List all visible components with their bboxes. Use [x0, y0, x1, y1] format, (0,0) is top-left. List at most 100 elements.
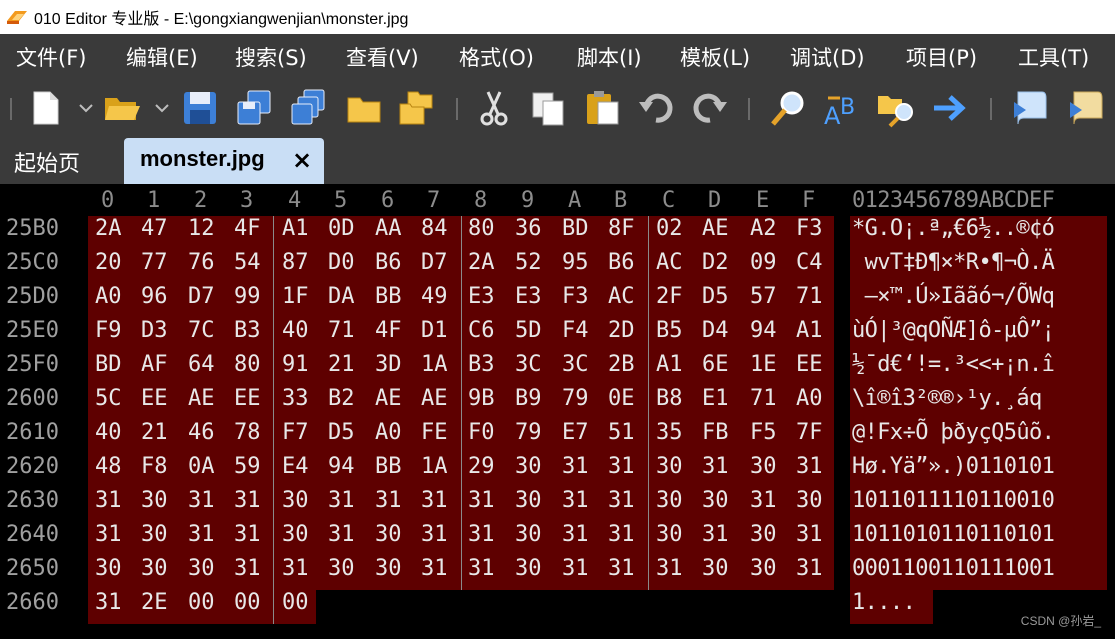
close-icon[interactable]: × [292, 145, 312, 175]
hex-byte[interactable]: 2A [468, 250, 495, 275]
hex-byte[interactable]: AC [656, 250, 683, 275]
hex-byte[interactable]: D1 [421, 318, 448, 343]
hex-byte[interactable]: 33 [282, 386, 309, 411]
tab-monster-jpg[interactable]: monster.jpg × [124, 138, 324, 184]
hex-byte[interactable]: 47 [141, 216, 168, 241]
save-all-icon[interactable] [288, 88, 328, 128]
hex-byte[interactable]: EE [234, 386, 261, 411]
hex-byte[interactable]: 02 [656, 216, 683, 241]
hex-byte[interactable]: 31 [796, 522, 823, 547]
hex-byte[interactable]: BD [562, 216, 589, 241]
hex-byte[interactable]: A1 [656, 352, 683, 377]
hex-byte[interactable]: 76 [188, 250, 215, 275]
hex-byte[interactable]: F3 [796, 216, 823, 241]
hex-byte[interactable]: AC [608, 284, 635, 309]
hex-byte[interactable]: 0A [188, 454, 215, 479]
hex-byte[interactable]: 31 [188, 488, 215, 513]
hex-byte[interactable]: A1 [282, 216, 309, 241]
hex-byte[interactable]: 52 [515, 250, 542, 275]
hex-byte[interactable]: F4 [562, 318, 589, 343]
hex-byte[interactable]: 31 [375, 488, 402, 513]
run-script-icon[interactable] [1010, 88, 1050, 128]
hex-byte[interactable]: 8F [608, 216, 635, 241]
paste-icon[interactable] [582, 88, 622, 128]
hex-byte[interactable]: 30 [656, 488, 683, 513]
hex-byte[interactable]: D5 [702, 284, 729, 309]
hex-byte[interactable]: 31 [328, 522, 355, 547]
hex-byte[interactable]: 30 [750, 454, 777, 479]
hex-byte[interactable]: BB [375, 454, 402, 479]
redo-icon[interactable] [690, 88, 730, 128]
hex-byte[interactable]: 30 [328, 556, 355, 581]
hex-byte[interactable]: 79 [515, 420, 542, 445]
hex-byte[interactable]: 3D [375, 352, 402, 377]
hex-byte[interactable]: 30 [282, 522, 309, 547]
hex-byte[interactable]: 2B [608, 352, 635, 377]
hex-byte[interactable]: 31 [95, 522, 122, 547]
hex-byte[interactable]: 1A [421, 352, 448, 377]
hex-byte[interactable]: 91 [282, 352, 309, 377]
hex-byte[interactable]: 4F [375, 318, 402, 343]
hex-byte[interactable]: 7F [796, 420, 823, 445]
hex-byte[interactable]: 87 [282, 250, 309, 275]
hex-byte[interactable]: 2F [656, 284, 683, 309]
hex-byte[interactable]: B6 [608, 250, 635, 275]
hex-byte[interactable]: E7 [562, 420, 589, 445]
hex-byte[interactable]: 51 [608, 420, 635, 445]
hex-byte[interactable]: D5 [328, 420, 355, 445]
hex-byte[interactable]: AE [702, 216, 729, 241]
hex-byte[interactable]: 96 [141, 284, 168, 309]
hex-byte[interactable]: 31 [468, 488, 495, 513]
hex-byte[interactable]: 30 [750, 522, 777, 547]
menu-edit[interactable]: 编辑(E) [126, 42, 198, 72]
ascii-text[interactable]: 1011010110110101 [852, 522, 1055, 547]
hex-byte[interactable]: D4 [702, 318, 729, 343]
hex-byte[interactable]: 31 [421, 488, 448, 513]
hex-byte[interactable]: 30 [656, 522, 683, 547]
hex-byte[interactable]: F7 [282, 420, 309, 445]
copy-icon[interactable] [528, 88, 568, 128]
hex-byte[interactable]: AE [375, 386, 402, 411]
hex-byte[interactable]: D0 [328, 250, 355, 275]
hex-byte[interactable]: 31 [234, 522, 261, 547]
hex-byte[interactable]: 57 [750, 284, 777, 309]
hex-byte[interactable]: 40 [282, 318, 309, 343]
hex-byte[interactable]: 31 [468, 522, 495, 547]
ascii-text[interactable]: 1.... [852, 590, 916, 615]
hex-byte[interactable]: 36 [515, 216, 542, 241]
hex-byte[interactable]: 31 [234, 556, 261, 581]
hex-byte[interactable]: EE [796, 352, 823, 377]
hex-byte[interactable]: 9B [468, 386, 495, 411]
hex-editor[interactable]: 0123456789ABCDEF CSDN @孙岩_ 0123456789ABC… [0, 184, 1115, 639]
hex-byte[interactable]: E3 [468, 284, 495, 309]
hex-byte[interactable]: EE [141, 386, 168, 411]
hex-byte[interactable]: B5 [656, 318, 683, 343]
hex-byte[interactable]: 31 [608, 454, 635, 479]
hex-byte[interactable]: 59 [234, 454, 261, 479]
hex-byte[interactable]: 31 [562, 488, 589, 513]
hex-byte[interactable]: 99 [234, 284, 261, 309]
hex-byte[interactable]: 6E [702, 352, 729, 377]
ascii-text[interactable]: Hø.Yä”».)0110101 [852, 454, 1055, 479]
hex-byte[interactable]: A2 [750, 216, 777, 241]
hex-byte[interactable]: D7 [188, 284, 215, 309]
hex-byte[interactable]: 30 [141, 522, 168, 547]
hex-byte[interactable]: 71 [328, 318, 355, 343]
hex-byte[interactable]: AE [188, 386, 215, 411]
hex-byte[interactable]: 1A [421, 454, 448, 479]
hex-byte[interactable]: 31 [421, 522, 448, 547]
hex-byte[interactable]: 80 [468, 216, 495, 241]
menu-script[interactable]: 脚本(I) [577, 42, 642, 72]
hex-byte[interactable]: B8 [656, 386, 683, 411]
hex-byte[interactable]: 48 [95, 454, 122, 479]
hex-byte[interactable]: 0D [328, 216, 355, 241]
hex-byte[interactable]: 31 [562, 556, 589, 581]
hex-byte[interactable]: 30 [375, 556, 402, 581]
hex-byte[interactable]: 30 [796, 488, 823, 513]
hex-byte[interactable]: 30 [375, 522, 402, 547]
hex-byte[interactable]: FE [421, 420, 448, 445]
hex-byte[interactable]: F9 [95, 318, 122, 343]
hex-byte[interactable]: AE [421, 386, 448, 411]
ascii-text[interactable]: 1011011110110010 [852, 488, 1055, 513]
ascii-text[interactable]: @!Fx÷Õ þðyçQ5ûõ. [852, 420, 1055, 445]
